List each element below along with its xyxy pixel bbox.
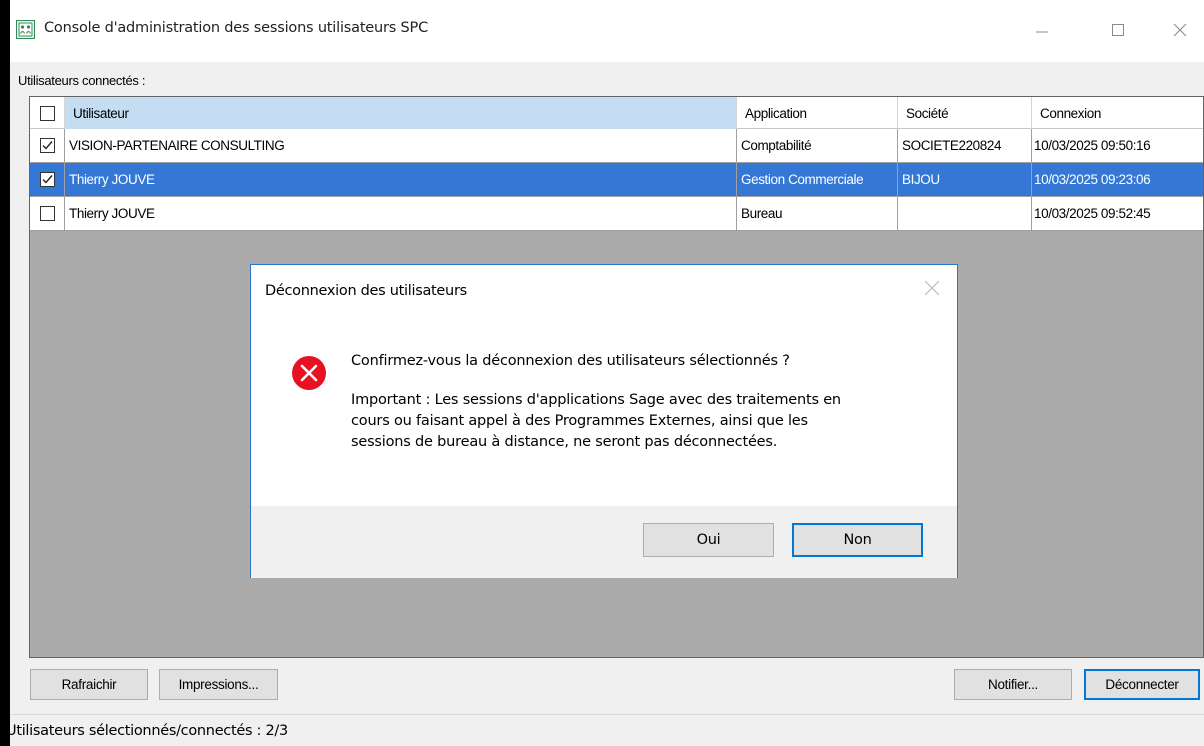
dialog-important-line: cours ou faisant appel à des Programmes … bbox=[351, 413, 808, 429]
title-bar[interactable]: Console d'administration des sessions ut… bbox=[10, 0, 1204, 62]
close-icon[interactable] bbox=[923, 279, 941, 297]
close-icon bbox=[1173, 23, 1187, 37]
cell-user: Thierry JOUVE bbox=[65, 163, 737, 196]
cell-user: Thierry JOUVE bbox=[65, 197, 737, 230]
row-check-cell bbox=[30, 163, 65, 196]
row-check-cell bbox=[30, 197, 65, 230]
minimize-button[interactable] bbox=[1022, 8, 1062, 52]
cell-application: Gestion Commerciale bbox=[737, 163, 898, 196]
notify-button[interactable]: Notifier... bbox=[954, 669, 1072, 700]
app-icon bbox=[16, 20, 35, 39]
no-button[interactable]: Non bbox=[792, 523, 923, 557]
cell-societe: BIJOU bbox=[898, 163, 1032, 196]
select-all-cell bbox=[30, 97, 65, 129]
dialog-title: Déconnexion des utilisateurs bbox=[265, 283, 467, 299]
error-icon bbox=[292, 356, 326, 390]
cell-societe: SOCIETE220824 bbox=[898, 129, 1032, 162]
cell-application: Comptabilité bbox=[737, 129, 898, 162]
refresh-button[interactable]: Rafraichir bbox=[30, 669, 148, 700]
header-application[interactable]: Application bbox=[737, 97, 898, 129]
select-all-checkbox[interactable] bbox=[39, 105, 55, 121]
maximize-icon bbox=[1112, 24, 1124, 36]
table-row[interactable]: Thierry JOUVE Bureau 10/03/2025 09:52:45 bbox=[30, 197, 1203, 231]
dialog-message: Confirmez-vous la déconnexion des utilis… bbox=[351, 351, 941, 453]
close-button[interactable] bbox=[1160, 8, 1200, 52]
cell-connexion: 10/03/2025 09:52:45 bbox=[1034, 206, 1151, 221]
status-text: Utilisateurs sélectionnés/connectés : 2/… bbox=[10, 723, 288, 739]
dialog-footer: Oui Non bbox=[251, 506, 957, 578]
grid-header: Utilisateur Application Société Connexio… bbox=[30, 97, 1203, 129]
header-societe[interactable]: Société bbox=[898, 97, 1032, 129]
print-button[interactable]: Impressions... bbox=[159, 669, 278, 700]
row-checkbox[interactable] bbox=[39, 172, 55, 187]
header-user[interactable]: Utilisateur bbox=[65, 97, 737, 129]
minimize-icon bbox=[1036, 31, 1048, 33]
maximize-button[interactable] bbox=[1098, 8, 1138, 52]
status-bar: Utilisateurs sélectionnés/connectés : 2/… bbox=[10, 714, 1204, 746]
table-row[interactable]: Thierry JOUVE Gestion Commerciale BIJOU … bbox=[30, 163, 1203, 197]
check-icon bbox=[42, 175, 53, 184]
row-checkbox[interactable] bbox=[39, 138, 55, 153]
cell-user: VISION-PARTENAIRE CONSULTING bbox=[65, 129, 737, 162]
table-row[interactable]: VISION-PARTENAIRE CONSULTING Comptabilit… bbox=[30, 129, 1203, 163]
dialog-important-line: sessions de bureau à distance, ne seront… bbox=[351, 434, 778, 450]
row-check-cell bbox=[30, 129, 65, 162]
cell-application: Bureau bbox=[737, 197, 898, 230]
confirm-dialog: Déconnexion des utilisateurs Confirmez-v… bbox=[250, 264, 958, 578]
cell-connexion: 10/03/2025 09:50:16 bbox=[1034, 138, 1151, 153]
window-title: Console d'administration des sessions ut… bbox=[44, 20, 429, 36]
disconnect-button[interactable]: Déconnecter bbox=[1084, 669, 1200, 700]
cell-connexion: 10/03/2025 09:23:06 bbox=[1034, 172, 1151, 187]
dialog-important: Important : Les sessions d'applications … bbox=[351, 390, 941, 453]
row-checkbox[interactable] bbox=[39, 206, 55, 221]
check-icon bbox=[42, 141, 53, 150]
dialog-question: Confirmez-vous la déconnexion des utilis… bbox=[351, 353, 790, 369]
connected-users-label: Utilisateurs connectés : bbox=[18, 73, 146, 88]
dialog-important-line: Important : Les sessions d'applications … bbox=[351, 392, 841, 408]
header-connexion[interactable]: Connexion bbox=[1032, 97, 1204, 129]
cell-societe bbox=[898, 197, 1032, 230]
yes-button[interactable]: Oui bbox=[643, 523, 774, 557]
